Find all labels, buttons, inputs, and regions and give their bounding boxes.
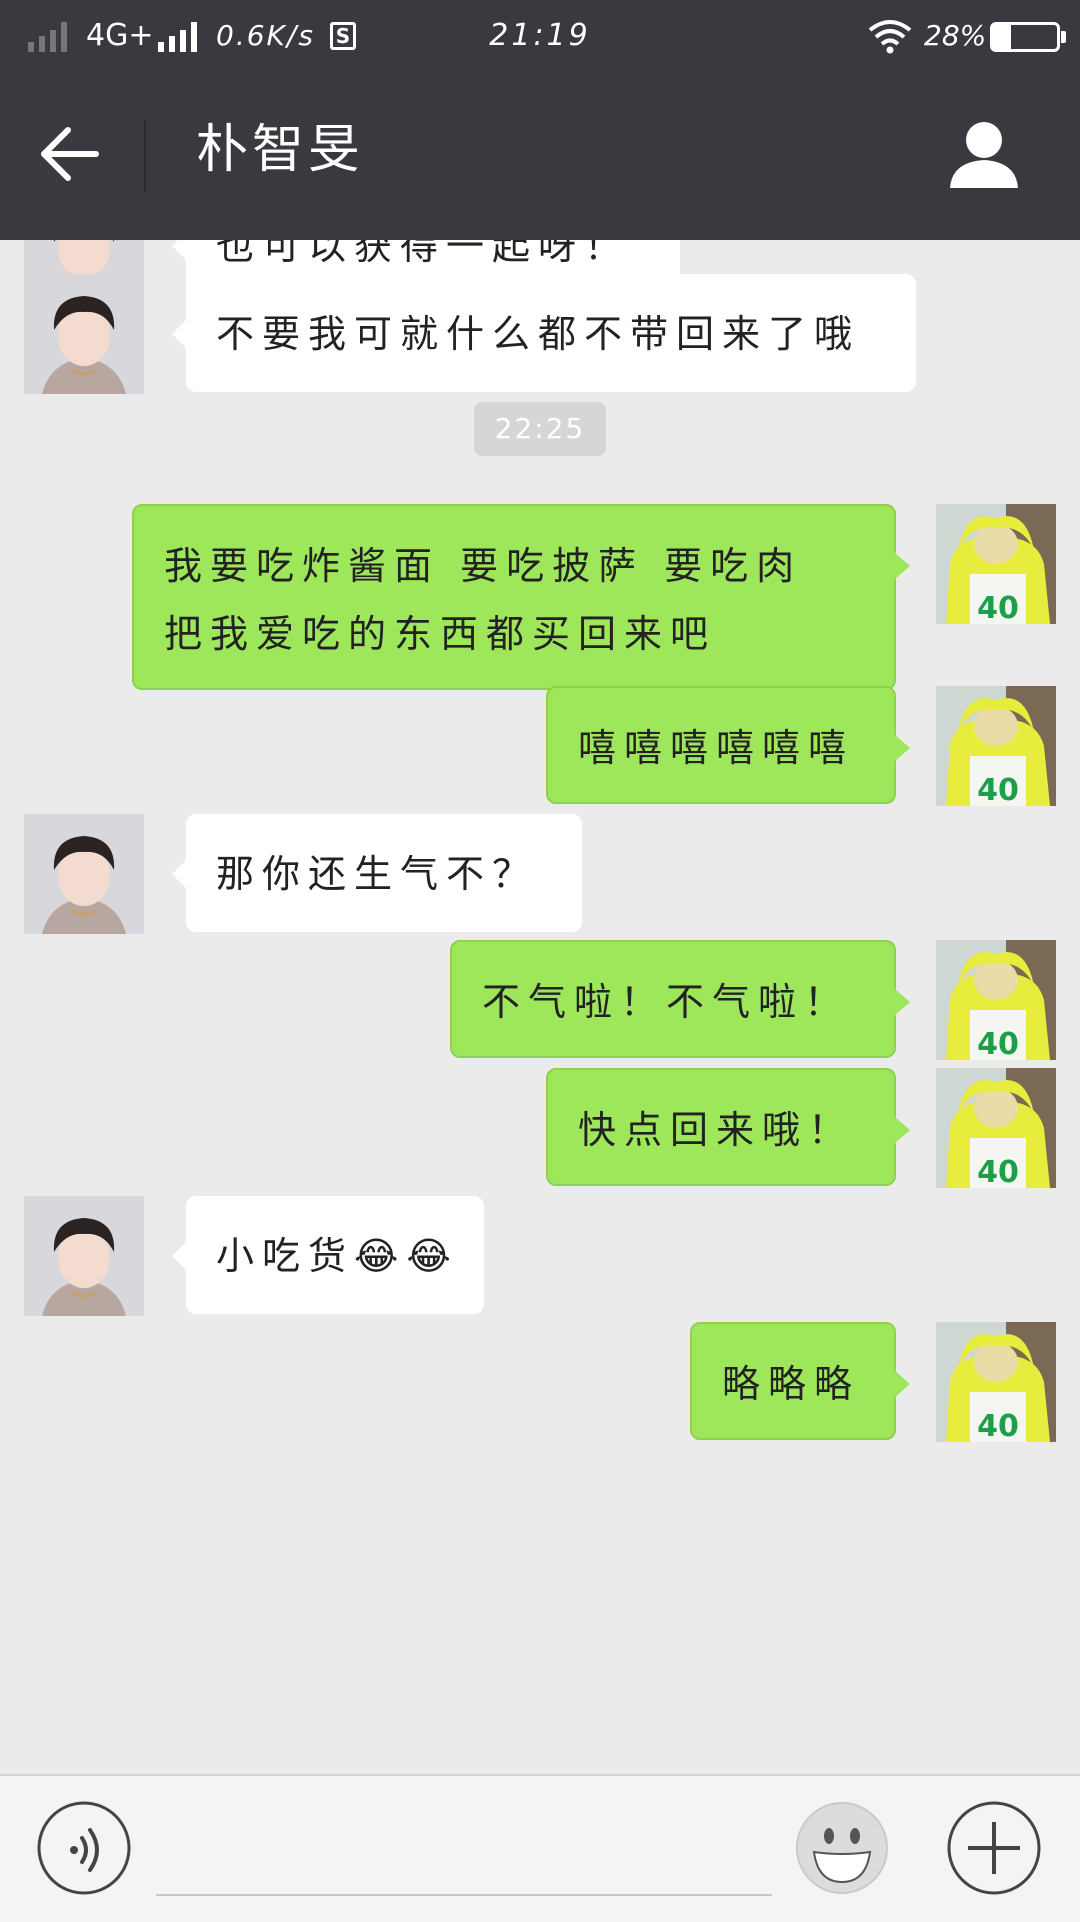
- message-received: 那你还生气不？: [0, 814, 1080, 934]
- svg-text:40: 40: [977, 1027, 1019, 1060]
- my-avatar[interactable]: 40: [936, 1068, 1056, 1190]
- chat-area[interactable]: 22:25 也可以获得一起呀！ 不要我可就什么都不带回来了哦 40 我要吃炸酱面 要吃披…: [0, 240, 1080, 1770]
- message-sent: 40 嘻嘻嘻嘻嘻嘻: [0, 686, 1080, 808]
- message-sent: 40 不气啦！不气啦！: [0, 940, 1080, 1062]
- svg-text:40: 40: [977, 591, 1019, 624]
- message-text: 把我爱吃的东西都买回来吧: [164, 612, 717, 656]
- message-sent: 40 我要吃炸酱面 要吃披萨 要吃肉 把我爱吃的东西都买回来吧: [0, 504, 1080, 690]
- battery-percent: 28%: [924, 19, 987, 52]
- message-bubble[interactable]: 那你还生气不？: [172, 814, 582, 932]
- message-bubble[interactable]: 略略略: [690, 1322, 910, 1440]
- my-avatar[interactable]: 40: [936, 940, 1056, 1062]
- my-avatar[interactable]: 40: [936, 1322, 1056, 1444]
- input-bar: [0, 1774, 1080, 1922]
- page-title: 朴智旻: [196, 120, 365, 180]
- my-avatar[interactable]: 40: [936, 504, 1056, 626]
- emoji-icon[interactable]: [794, 1800, 890, 1896]
- message-bubble[interactable]: 快点回来哦！: [546, 1068, 910, 1186]
- message-bubble[interactable]: 不要我可就什么都不带回来了哦: [172, 274, 916, 392]
- message-input[interactable]: [156, 1804, 772, 1896]
- message-text: 嘻嘻嘻嘻嘻嘻: [578, 726, 855, 770]
- message-received: 不要我可就什么都不带回来了哦: [0, 274, 1080, 394]
- message-text: 快点回来哦！: [578, 1108, 855, 1152]
- message-bubble[interactable]: 小吃货😂😂: [172, 1196, 484, 1314]
- svg-text:40: 40: [977, 1155, 1019, 1188]
- voice-icon[interactable]: [36, 1800, 132, 1896]
- person-icon[interactable]: [944, 114, 1024, 194]
- message-sent: 40 快点回来哦！: [0, 1068, 1080, 1190]
- contact-avatar[interactable]: [24, 1196, 144, 1316]
- svg-text:40: 40: [977, 773, 1019, 806]
- message-text: 那你还生气不？: [216, 852, 539, 896]
- message-text: 不气啦！不气啦！: [482, 980, 851, 1024]
- message-bubble[interactable]: 我要吃炸酱面 要吃披萨 要吃肉 把我爱吃的东西都买回来吧: [132, 504, 910, 690]
- message-text: 略略略: [722, 1362, 861, 1406]
- message-bubble[interactable]: 不气啦！不气啦！: [450, 940, 910, 1058]
- arrow-left-icon[interactable]: [30, 112, 114, 196]
- contact-avatar[interactable]: [24, 814, 144, 934]
- clock: 21:19: [489, 18, 591, 53]
- plus-icon[interactable]: [946, 1800, 1042, 1896]
- message-sent: 40 略略略: [0, 1322, 1080, 1444]
- message-received: 小吃货😂😂: [0, 1196, 1080, 1316]
- status-bar: 4G+ 0.6K/s S 21:19 28% ⚡: [0, 0, 1080, 72]
- message-text: 不要我可就什么都不带回来了哦: [216, 312, 861, 356]
- battery-icon: ⚡: [990, 21, 1066, 52]
- chat-header: 朴智旻: [0, 72, 1080, 240]
- my-avatar[interactable]: 40: [936, 686, 1056, 808]
- message-bubble[interactable]: 嘻嘻嘻嘻嘻嘻: [546, 686, 910, 804]
- timestamp: 22:25: [474, 402, 606, 456]
- message-text: 小吃货😂😂: [216, 1234, 459, 1278]
- wifi-icon: [868, 20, 912, 54]
- svg-text:40: 40: [977, 1409, 1019, 1442]
- contact-avatar[interactable]: [24, 274, 144, 394]
- header-divider: [144, 120, 146, 192]
- message-text: 我要吃炸酱面 要吃披萨 要吃肉: [164, 544, 803, 588]
